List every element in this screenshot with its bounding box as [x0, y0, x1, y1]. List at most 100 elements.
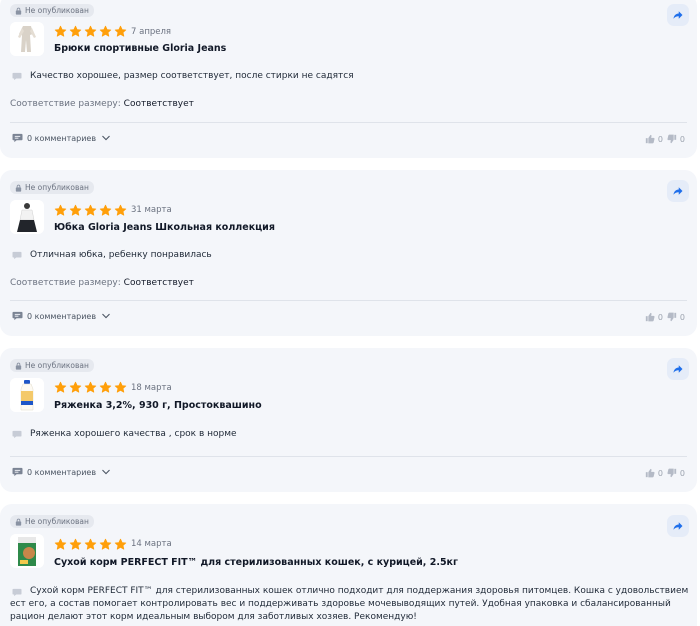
lock-icon — [15, 7, 22, 15]
chat-icon — [12, 311, 23, 321]
size-fit-value: Соответствует — [123, 99, 194, 109]
status-badge: Не опубликован — [10, 181, 94, 194]
product-image-ryazhenka[interactable] — [10, 378, 44, 412]
star-icon — [114, 204, 127, 217]
thumbs-up-icon — [645, 134, 655, 144]
share-button[interactable] — [667, 4, 689, 26]
product-image-cat-food[interactable] — [10, 534, 44, 568]
status-label: Не опубликован — [25, 361, 89, 370]
like-count: 0 — [657, 134, 663, 144]
rating-stars — [54, 204, 127, 217]
pants-image — [10, 22, 44, 56]
share-icon — [672, 520, 684, 532]
share-button[interactable] — [667, 358, 689, 380]
chevron-down-icon — [102, 135, 110, 141]
size-fit-label: Соответствие размеру: — [10, 278, 121, 288]
star-icon — [114, 538, 127, 551]
like-count: 0 — [657, 468, 663, 478]
star-icon — [54, 538, 67, 551]
chat-icon — [12, 467, 23, 477]
product-image-skirt[interactable] — [10, 200, 44, 234]
thumbs-down-icon — [667, 468, 677, 478]
star-icon — [84, 538, 97, 551]
thumbs-up-icon — [645, 468, 655, 478]
status-badge: Не опубликован — [10, 515, 94, 528]
comments-toggle[interactable]: 0 комментариев — [12, 311, 110, 321]
size-fit: Соответствие размеру: Соответствует — [10, 99, 194, 109]
review-card: Не опубликован 18 марта Ряженка 3,2%, 93… — [0, 348, 697, 492]
votes: 0 0 — [645, 468, 685, 478]
rating-stars — [54, 381, 127, 394]
review-card: Не опубликован 7 апреля Брюки спортивные… — [0, 0, 697, 158]
rating-stars — [54, 538, 127, 551]
divider — [10, 300, 687, 301]
share-button[interactable] — [667, 515, 689, 537]
status-label: Не опубликован — [25, 6, 89, 15]
skirt-image — [10, 200, 44, 234]
product-image-pants[interactable] — [10, 22, 44, 56]
comments-toggle[interactable]: 0 комментариев — [12, 467, 110, 477]
product-title[interactable]: Ряженка 3,2%, 930 г, Простоквашино — [54, 400, 262, 411]
lock-icon — [15, 362, 22, 370]
thumbs-down-icon — [667, 312, 677, 322]
like-button[interactable]: 0 — [645, 134, 663, 144]
comments-toggle[interactable]: 0 комментариев — [12, 133, 110, 143]
thumbs-down-icon — [667, 134, 677, 144]
dislike-button[interactable]: 0 — [667, 312, 685, 322]
product-title[interactable]: Юбка Gloria Jeans Школьная коллекция — [54, 222, 275, 233]
like-button[interactable]: 0 — [645, 468, 663, 478]
star-icon — [99, 204, 112, 217]
votes: 0 0 — [645, 134, 685, 144]
chevron-down-icon — [102, 313, 110, 319]
review-date: 31 марта — [131, 205, 172, 215]
votes: 0 0 — [645, 312, 685, 322]
status-badge: Не опубликован — [10, 4, 94, 17]
divider — [10, 122, 687, 123]
comments-count: 0 комментариев — [27, 467, 97, 477]
size-fit-value: Соответствует — [123, 278, 194, 288]
size-fit: Соответствие размеру: Соответствует — [10, 278, 194, 288]
dislike-button[interactable]: 0 — [667, 134, 685, 144]
star-icon — [69, 204, 82, 217]
review-card: Не опубликован 31 марта Юбка Gloria Jean… — [0, 170, 697, 336]
star-icon — [54, 204, 67, 217]
dislike-count: 0 — [679, 312, 685, 322]
star-icon — [99, 538, 112, 551]
chat-icon — [12, 133, 23, 143]
rating-stars — [54, 25, 127, 38]
dislike-count: 0 — [679, 468, 685, 478]
size-fit-label: Соответствие размеру: — [10, 99, 121, 109]
thumbs-up-icon — [645, 312, 655, 322]
share-icon — [672, 363, 684, 375]
dislike-button[interactable]: 0 — [667, 468, 685, 478]
review-text: Качество хорошее, размер соответствует, … — [30, 71, 354, 81]
product-title[interactable]: Сухой корм PERFECT FIT™ для стерилизован… — [54, 557, 458, 568]
star-icon — [69, 538, 82, 551]
like-count: 0 — [657, 312, 663, 322]
product-title[interactable]: Брюки спортивные Gloria Jeans — [54, 43, 226, 54]
review-date: 7 апреля — [131, 27, 172, 37]
share-icon — [672, 9, 684, 21]
star-icon — [99, 25, 112, 38]
status-badge: Не опубликован — [10, 359, 94, 372]
review-text: Ряженка хорошего качества , срок в норме — [30, 429, 237, 439]
star-icon — [69, 381, 82, 394]
review-text-icon — [12, 251, 22, 260]
star-icon — [84, 25, 97, 38]
status-label: Не опубликован — [25, 517, 89, 526]
dislike-count: 0 — [679, 134, 685, 144]
review-text: Сухой корм PERFECT FIT™ для стерилизован… — [10, 586, 689, 622]
comments-count: 0 комментариев — [27, 133, 97, 143]
chevron-down-icon — [102, 469, 110, 475]
lock-icon — [15, 518, 22, 526]
review-text-icon — [12, 430, 22, 439]
share-icon — [672, 185, 684, 197]
review-text: Отличная юбка, ребенку понравилась — [30, 250, 212, 260]
star-icon — [84, 204, 97, 217]
star-icon — [114, 381, 127, 394]
review-date: 18 марта — [131, 383, 172, 393]
share-button[interactable] — [667, 180, 689, 202]
star-icon — [84, 381, 97, 394]
comments-count: 0 комментариев — [27, 311, 97, 321]
like-button[interactable]: 0 — [645, 312, 663, 322]
